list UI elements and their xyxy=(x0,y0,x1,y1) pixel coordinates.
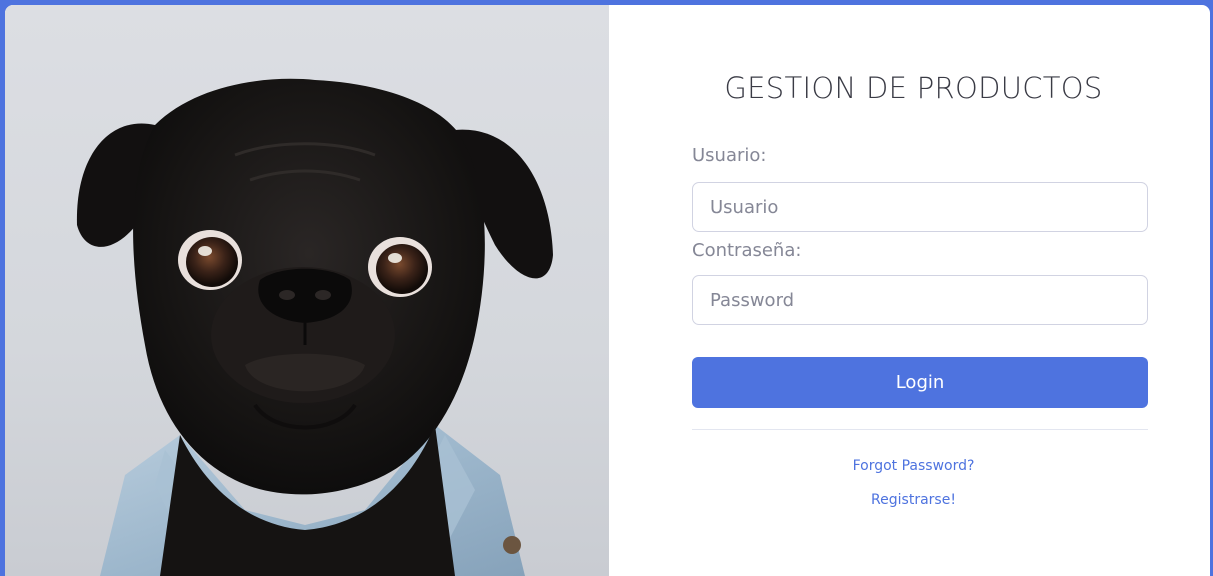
login-card: GESTION DE PRODUCTOS Usuario: Contraseña… xyxy=(5,5,1210,576)
username-input[interactable] xyxy=(692,182,1148,232)
forgot-password-link[interactable]: Forgot Password? xyxy=(609,458,1210,474)
divider xyxy=(692,429,1148,430)
username-label: Usuario: xyxy=(692,145,767,166)
pug-photo xyxy=(5,5,609,576)
login-form: GESTION DE PRODUCTOS Usuario: Contraseña… xyxy=(609,5,1210,576)
password-label: Contraseña: xyxy=(692,240,802,261)
page-title: GESTION DE PRODUCTOS xyxy=(724,71,1103,105)
login-button[interactable]: Login xyxy=(692,357,1148,408)
password-input[interactable] xyxy=(692,275,1148,325)
pug-illustration xyxy=(76,78,553,576)
register-link[interactable]: Registrarse! xyxy=(609,492,1210,508)
